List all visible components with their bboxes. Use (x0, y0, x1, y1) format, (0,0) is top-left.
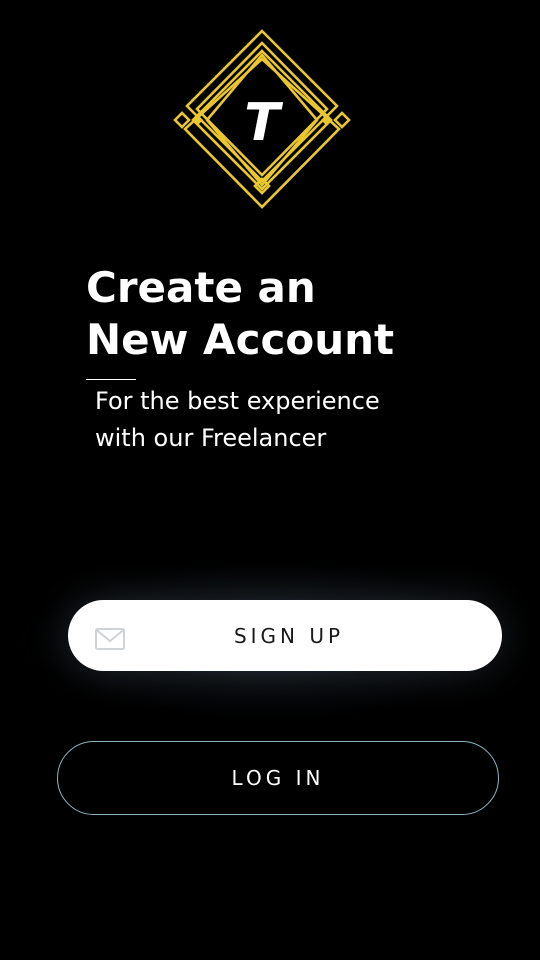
sign-up-label: SIGN UP (233, 623, 345, 648)
subtitle-line-2: with our Freelancer (95, 424, 327, 452)
diamond-logo-icon: T (173, 29, 351, 209)
subtitle: For the best experience with our Freelan… (95, 383, 380, 457)
subtitle-line-1: For the best experience (95, 387, 380, 415)
title-line-2: New Account (86, 315, 395, 364)
page-title: Create an New Account (86, 262, 394, 366)
log-in-label: LOG IN (231, 766, 325, 790)
log-in-button[interactable]: LOG IN (57, 741, 499, 815)
logo-letter: T (244, 93, 283, 153)
title-divider (86, 379, 136, 380)
mail-icon (95, 628, 125, 650)
title-line-1: Create an (86, 263, 316, 312)
sign-up-button[interactable]: SIGN UP (68, 600, 502, 671)
app-logo: T (171, 29, 353, 211)
